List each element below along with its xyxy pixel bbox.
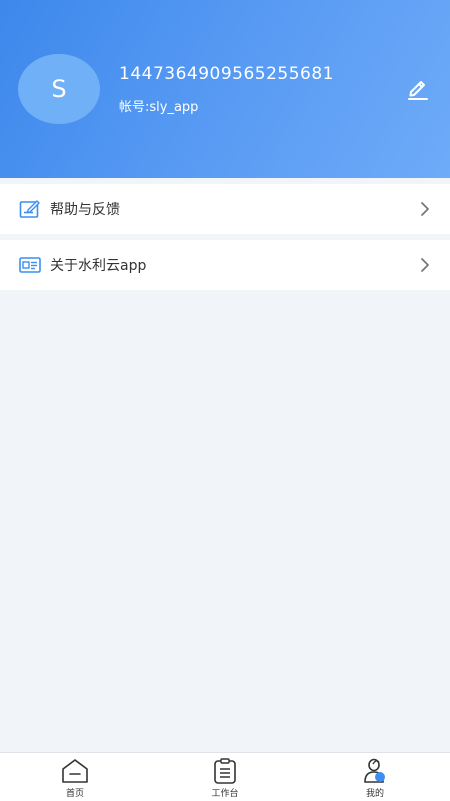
chevron-right-icon — [421, 202, 429, 216]
avatar-letter: S — [51, 75, 67, 103]
tab-home[interactable]: 首页 — [0, 753, 150, 801]
menu-item-label: 帮助与反馈 — [50, 202, 120, 218]
tab-mine[interactable]: 我的 — [300, 753, 450, 801]
menu-item-help-feedback[interactable]: 帮助与反馈 — [0, 184, 450, 234]
tab-label: 首页 — [65, 789, 84, 799]
home-icon — [62, 759, 88, 783]
menu-item-about[interactable]: 关于水利云app — [0, 240, 450, 290]
user-id: 1447364909565255681 — [119, 64, 335, 84]
edit-profile-button[interactable] — [404, 74, 432, 102]
tab-label: 我的 — [365, 789, 384, 799]
edit-icon — [408, 81, 428, 100]
feedback-icon — [19, 198, 41, 220]
tab-label: 工作台 — [211, 789, 239, 799]
settings-menu: 帮助与反馈 关于水利云app — [0, 184, 450, 296]
about-icon — [19, 254, 41, 276]
profile-header: S 1447364909565255681 帐号:sly_app — [0, 0, 450, 178]
chevron-right-icon — [421, 258, 429, 272]
clipboard-icon — [214, 758, 236, 784]
profile-icon — [364, 758, 385, 783]
bottom-tab-bar: 首页 工作台 我的 — [0, 752, 450, 801]
tab-workbench[interactable]: 工作台 — [150, 753, 300, 801]
account-label: 帐号:sly_app — [119, 100, 199, 115]
avatar[interactable]: S — [18, 54, 100, 124]
menu-item-label: 关于水利云app — [50, 258, 147, 274]
